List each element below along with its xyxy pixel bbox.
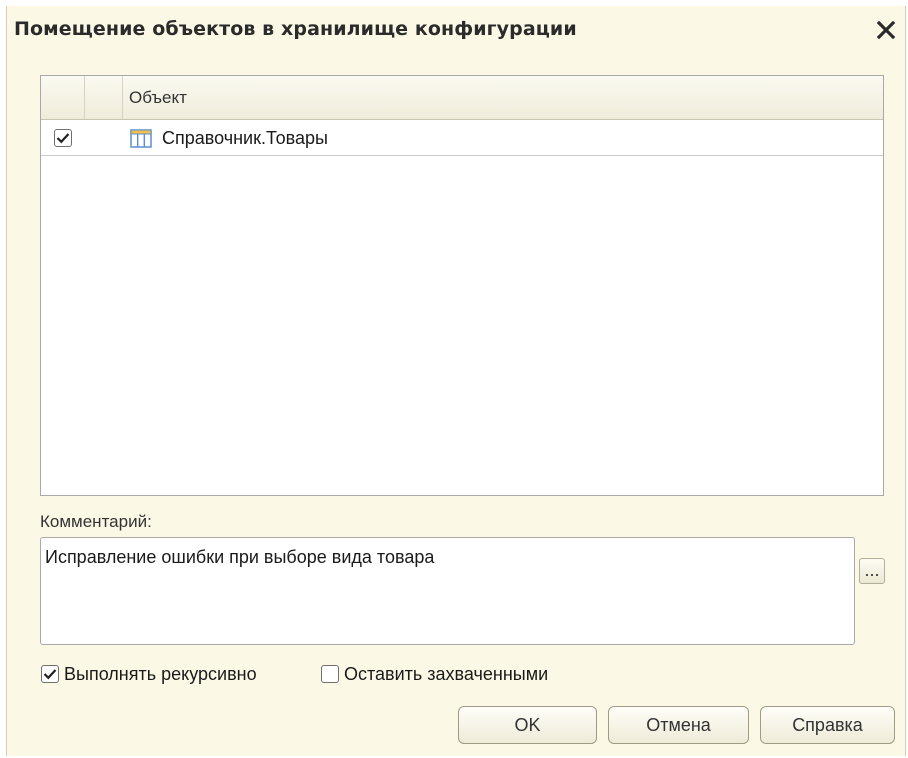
recursive-label: Выполнять рекурсивно	[64, 663, 257, 684]
close-icon	[876, 20, 896, 40]
row-object-name: Справочник.Товары	[162, 127, 328, 148]
dialog-window: Помещение объектов в хранилище конфигура…	[6, 6, 906, 756]
column-header-icon	[85, 76, 123, 119]
column-header-check	[41, 76, 85, 119]
keep-locked-label: Оставить захваченными	[344, 663, 549, 684]
comment-label: Комментарий:	[40, 512, 152, 531]
close-button[interactable]	[873, 16, 899, 44]
comment-input[interactable]: Исправление ошибки при выборе вида товар…	[40, 537, 855, 645]
title-bar: Помещение объектов в хранилище конфигура…	[7, 6, 905, 56]
recursive-option[interactable]: Выполнять рекурсивно	[41, 663, 257, 685]
row-object-cell[interactable]: Справочник.Товары	[123, 128, 883, 149]
row-check-cell	[41, 129, 85, 147]
keep-locked-checkbox[interactable]	[321, 665, 339, 683]
catalog-table-icon	[130, 128, 152, 148]
ok-button[interactable]: OK	[458, 706, 597, 744]
column-header-object: Объект	[129, 87, 187, 107]
checkmark-icon	[43, 669, 57, 680]
recursive-checkbox[interactable]	[41, 665, 59, 683]
row-checkbox[interactable]	[54, 129, 72, 147]
help-button[interactable]: Справка	[760, 706, 895, 744]
cancel-button[interactable]: Отмена	[608, 706, 749, 744]
checkmark-icon	[56, 133, 70, 144]
dialog-title: Помещение объектов в хранилище конфигура…	[14, 18, 577, 40]
table-row[interactable]: Справочник.Товары	[41, 121, 883, 156]
table-header: Объект	[41, 76, 883, 120]
objects-table: Объект Справочник.Товары	[40, 75, 884, 496]
comment-select-button[interactable]: ...	[859, 558, 885, 584]
keep-locked-option[interactable]: Оставить захваченными	[321, 663, 548, 685]
